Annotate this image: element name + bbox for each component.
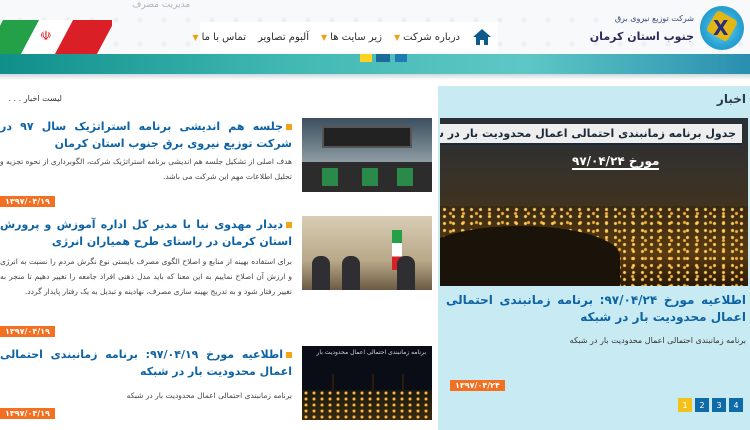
news-list-title: لیست اخبار . . . [8,94,62,103]
news-date: ۱۳۹۷/۰۴/۱۹ [0,326,55,337]
logo-emblem-icon [700,6,744,50]
flag-emblem-icon: ☫ [40,29,52,44]
news-thumbnail[interactable] [302,216,432,290]
featured-news-image[interactable]: جدول برنامه زمانبندی احتمالی اعمال محدود… [440,118,748,286]
bullet-icon [286,352,292,358]
news-summary: برنامه زمانبندی احتمالی اعمال محدودیت با… [126,391,292,400]
nav-item-label: تماس با ما [201,31,246,43]
home-icon[interactable] [472,27,492,47]
list-item: برنامه زمانبندی احتمالی اعمال محدودیت با… [0,346,432,426]
news-title[interactable]: جلسه هم اندیشی برنامه استراتژیک سال ۹۷ د… [0,118,292,152]
company-logo[interactable]: شرکت توزیع نیروی برق جنوب استان کرمان [590,6,744,52]
pager-page-3[interactable]: 3 [712,398,726,412]
main-nav: درباره شرکت ▼ زیر سایت ها ▼ آلبوم تصاویر ت… [192,22,498,52]
news-thumbnail[interactable]: برنامه زمانبندی احتمالی اعمال محدودیت با… [302,346,432,420]
header-color-strip [0,54,750,74]
nav-item-about[interactable]: درباره شرکت ▼ [394,32,460,43]
nav-item-label: درباره شرکت [403,31,460,43]
featured-banner-date: مورخ ۹۷/۰۴/۲۴ [572,154,660,170]
featured-news-summary: برنامه زمانبندی احتمالی اعمال محدودیت با… [569,336,746,345]
featured-news-headline[interactable]: اطلاعیه مورخ ۹۷/۰۴/۲۴: برنامه زمانبندی ا… [446,292,746,326]
slider-pager: 1 2 3 4 [678,398,743,412]
nav-item-subsites[interactable]: زیر سایت ها ▼ [321,32,382,43]
nav-item-gallery[interactable]: آلبوم تصاویر [258,32,309,43]
thumbnail-caption: برنامه زمانبندی احتمالی اعمال محدودیت با… [316,349,427,356]
list-item: جلسه هم اندیشی برنامه استراتژیک سال ۹۷ د… [0,118,432,214]
header-shadow [0,74,750,80]
header-ghost-text: مدیریت مصرف [132,0,191,10]
news-panel-title: اخبار [716,92,746,106]
site-header: مدیریت مصرف شرکت توزیع نیروی برق جنوب اس… [0,0,750,56]
company-name: جنوب استان کرمان [589,30,694,43]
featured-news-date: ۱۳۹۷/۰۴/۲۴ [450,380,505,391]
news-summary: برای استفاده بهینه از منابع و اصلاح الگو… [0,257,292,296]
bullet-icon [286,124,292,130]
nav-item-label: زیر سایت ها [330,31,382,43]
news-title-text: اطلاعیه مورخ ۹۷/۰۴/۱۹: برنامه زمانبندی ا… [0,348,292,378]
bullet-icon [286,222,292,228]
news-title-text: دیدار مهدوی نیا با مدیر کل اداره آموزش و… [0,218,292,248]
list-item: دیدار مهدوی نیا با مدیر کل اداره آموزش و… [0,216,432,337]
news-panel: اخبار جدول برنامه زمانبندی احتمالی اعمال… [438,86,750,430]
chevron-down-icon: ▼ [192,32,199,42]
news-title[interactable]: اطلاعیه مورخ ۹۷/۰۴/۱۹: برنامه زمانبندی ا… [0,346,292,380]
news-date: ۱۳۹۷/۰۴/۱۹ [0,196,55,207]
news-date: ۱۳۹۷/۰۴/۱۹ [0,408,55,419]
pager-page-2[interactable]: 2 [695,398,709,412]
news-title[interactable]: دیدار مهدوی نیا با مدیر کل اداره آموزش و… [0,216,292,250]
pager-page-1[interactable]: 1 [678,398,692,412]
chevron-down-icon: ▼ [394,32,401,42]
iran-flag-banner: ☫ [0,20,112,54]
company-small-label: شرکت توزیع نیروی برق [614,14,694,23]
nav-item-label: آلبوم تصاویر [257,31,309,43]
news-summary: هدف اصلی از تشکیل جلسه هم اندیشی برنامه … [0,157,292,181]
news-title-text: جلسه هم اندیشی برنامه استراتژیک سال ۹۷ د… [0,120,292,150]
chevron-down-icon: ▼ [321,32,328,42]
nav-item-contact[interactable]: تماس با ما ▼ [192,32,246,43]
news-thumbnail[interactable] [302,118,432,192]
featured-banner-text: جدول برنامه زمانبندی احتمالی اعمال محدود… [440,124,742,145]
pager-page-4[interactable]: 4 [729,398,743,412]
